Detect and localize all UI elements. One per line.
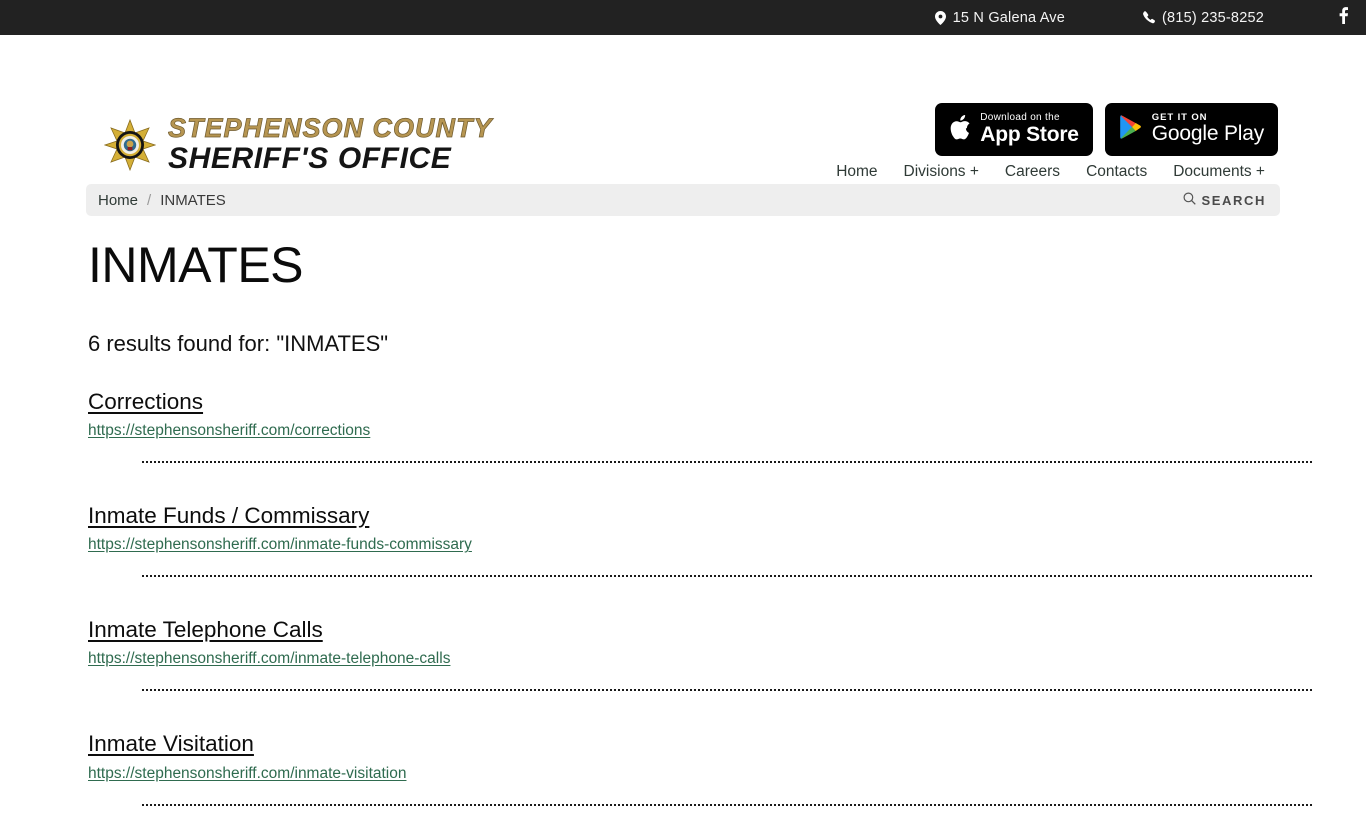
app-store-big-label: App Store <box>980 122 1079 146</box>
app-store-badges: Download on the App Store GET IT ON Goog… <box>935 103 1278 156</box>
facebook-link[interactable] <box>1320 0 1366 35</box>
result-item-3: Inmate Telephone Calls https://stephenso… <box>88 585 1366 692</box>
result-title-link[interactable]: Inmate Funds / Commissary <box>88 502 369 530</box>
result-url-link[interactable]: https://stephensonsheriff.com/inmate-tel… <box>88 650 1366 668</box>
brand-text: STEPHENSON COUNTY SHERIFF'S OFFICE <box>168 113 493 175</box>
site-header: STEPHENSON COUNTY SHERIFF'S OFFICE Downl… <box>0 35 1366 180</box>
google-play-button[interactable]: GET IT ON Google Play <box>1104 103 1278 156</box>
sheriff-star-badge-icon <box>103 118 157 171</box>
facebook-icon <box>1339 6 1348 29</box>
apple-icon <box>949 114 971 146</box>
top-utility-items: 15 N Galena Ave (815) 235-8252 <box>934 0 1366 35</box>
google-play-big-label: Google Play <box>1151 122 1264 146</box>
app-store-button[interactable]: Download on the App Store <box>935 103 1093 156</box>
main-navigation: Home Divisions + Careers Contacts Docume… <box>823 163 1278 181</box>
main-content: INMATES 6 results found for: "INMATES" C… <box>0 216 1366 814</box>
search-results-list: Corrections https://stephensonsheriff.co… <box>0 357 1366 806</box>
breadcrumb-separator: / <box>147 191 152 209</box>
search-button[interactable]: SEARCH <box>1173 186 1281 214</box>
result-url-link[interactable]: https://stephensonsheriff.com/correction… <box>88 422 1366 440</box>
search-icon <box>1182 192 1196 208</box>
phone-icon <box>1143 11 1155 24</box>
nav-item-home[interactable]: Home <box>823 163 890 181</box>
result-divider <box>142 689 1312 692</box>
brand-line-2: SHERIFF'S OFFICE <box>168 142 452 175</box>
map-pin-icon <box>934 10 946 25</box>
top-phone[interactable]: (815) 235-8252 <box>1143 10 1264 26</box>
brand-line-1: STEPHENSON COUNTY <box>168 113 493 143</box>
nav-item-documents[interactable]: Documents + <box>1160 163 1278 181</box>
top-phone-text: (815) 235-8252 <box>1162 9 1264 26</box>
site-logo[interactable]: STEPHENSON COUNTY SHERIFF'S OFFICE <box>103 113 493 175</box>
result-divider <box>142 461 1312 464</box>
breadcrumb-home-link[interactable]: Home <box>98 192 138 209</box>
result-item-4: Inmate Visitation https://stephensonsher… <box>88 699 1366 806</box>
google-play-icon <box>1119 114 1143 145</box>
result-url-link[interactable]: https://stephensonsheriff.com/inmate-fun… <box>88 536 1366 554</box>
result-divider <box>142 575 1312 578</box>
search-button-label: SEARCH <box>1201 192 1266 208</box>
breadcrumb: Home / INMATES <box>98 192 226 209</box>
result-url-link[interactable]: https://stephensonsheriff.com/inmate-vis… <box>88 765 1366 783</box>
result-divider <box>142 803 1312 806</box>
top-address-text: 15 N Galena Ave <box>952 9 1066 26</box>
result-title-link[interactable]: Inmate Telephone Calls <box>88 616 323 644</box>
results-count: 6 results found for: "INMATES" <box>88 331 389 356</box>
nav-item-divisions[interactable]: Divisions + <box>891 163 992 181</box>
result-item-2: Inmate Funds / Commissary https://stephe… <box>88 471 1366 578</box>
top-address[interactable]: 15 N Galena Ave <box>934 9 1066 26</box>
page-title: INMATES <box>88 237 304 293</box>
result-title-link[interactable]: Corrections <box>88 388 203 416</box>
nav-item-contacts[interactable]: Contacts <box>1073 163 1160 181</box>
result-title-link[interactable]: Inmate Visitation <box>88 730 254 758</box>
result-item-1: Corrections https://stephensonsheriff.co… <box>88 357 1366 464</box>
nav-item-careers[interactable]: Careers <box>992 163 1073 181</box>
breadcrumb-current: INMATES <box>160 191 226 209</box>
top-utility-bar: 15 N Galena Ave (815) 235-8252 <box>0 0 1366 35</box>
breadcrumb-bar: Home / INMATES SEARCH <box>86 184 1280 216</box>
